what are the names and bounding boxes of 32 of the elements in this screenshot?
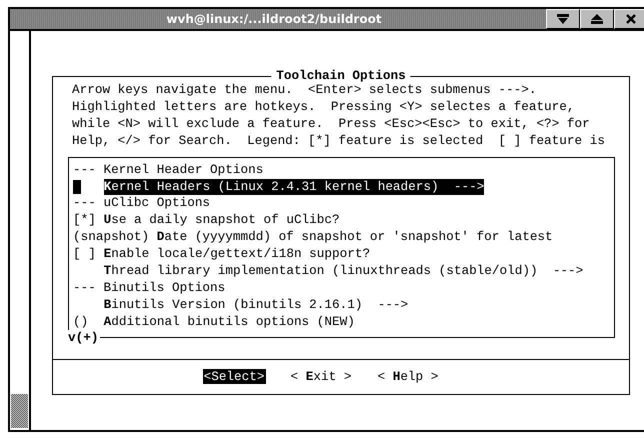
- shade-button[interactable]: [546, 9, 580, 29]
- help-text: while <N> will exclude a feature. Press <Esc><Esc> to exit, <?> for: [72, 116, 591, 133]
- option-value: [*]: [73, 212, 97, 230]
- menu-item[interactable]: Date (yyyymmdd) of snapshot or 'snapshot' for latest: [156, 229, 553, 246]
- menu-section-header: --- uClibc Options: [73, 195, 212, 212]
- window-title: wvh@linux:/...ildroot2/buildroot: [165, 12, 383, 26]
- option-value: (snapshot): [73, 229, 150, 246]
- menu-item[interactable]: Additional binutils options (NEW): [104, 314, 355, 331]
- close-icon: [626, 14, 636, 24]
- help-text: Highlighted letters are hotkeys. Pressing <Y> selectes a feature,: [72, 98, 576, 116]
- option-value: [ ]: [73, 246, 97, 264]
- eject-icon: [591, 14, 603, 24]
- scrollbar[interactable]: [10, 31, 31, 430]
- menu-item[interactable]: Thread library implementation (linuxthreads (stable/old)) --->: [104, 263, 584, 280]
- menu-item[interactable]: Binutils Version (binutils 2.16.1) --->: [104, 296, 408, 314]
- dialog-title: Toolchain Options: [271, 68, 411, 84]
- menu-section-header: --- Binutils Options: [73, 280, 226, 297]
- scrollbar-thumb[interactable]: [11, 394, 28, 428]
- menu-section-header: --- Kernel Header Options: [73, 162, 264, 179]
- close-button[interactable]: [614, 9, 644, 29]
- menu-item[interactable]: Use a daily snapshot of uClibc?: [104, 212, 340, 230]
- dialog-button[interactable]: <Select>: [202, 369, 266, 384]
- menu-item[interactable]: Enable locale/gettext/i18n support?: [104, 246, 370, 264]
- help-text: Arrow keys navigate the menu. <Enter> selects submenus --->.: [72, 82, 538, 99]
- help-text: Help, </> for Search. Legend: [*] feature is selected [ ] feature is: [72, 132, 606, 150]
- maximize-button[interactable]: [580, 9, 614, 29]
- scroll-indicator: v(+): [68, 330, 100, 346]
- cursor-block: [73, 180, 81, 194]
- dialog-button[interactable]: < Help >: [376, 369, 440, 384]
- shade-icon: [557, 14, 569, 24]
- option-value: (): [73, 314, 90, 331]
- menu-item[interactable]: Kernel Headers (Linux 2.4.31 kernel headers) --->: [104, 178, 484, 196]
